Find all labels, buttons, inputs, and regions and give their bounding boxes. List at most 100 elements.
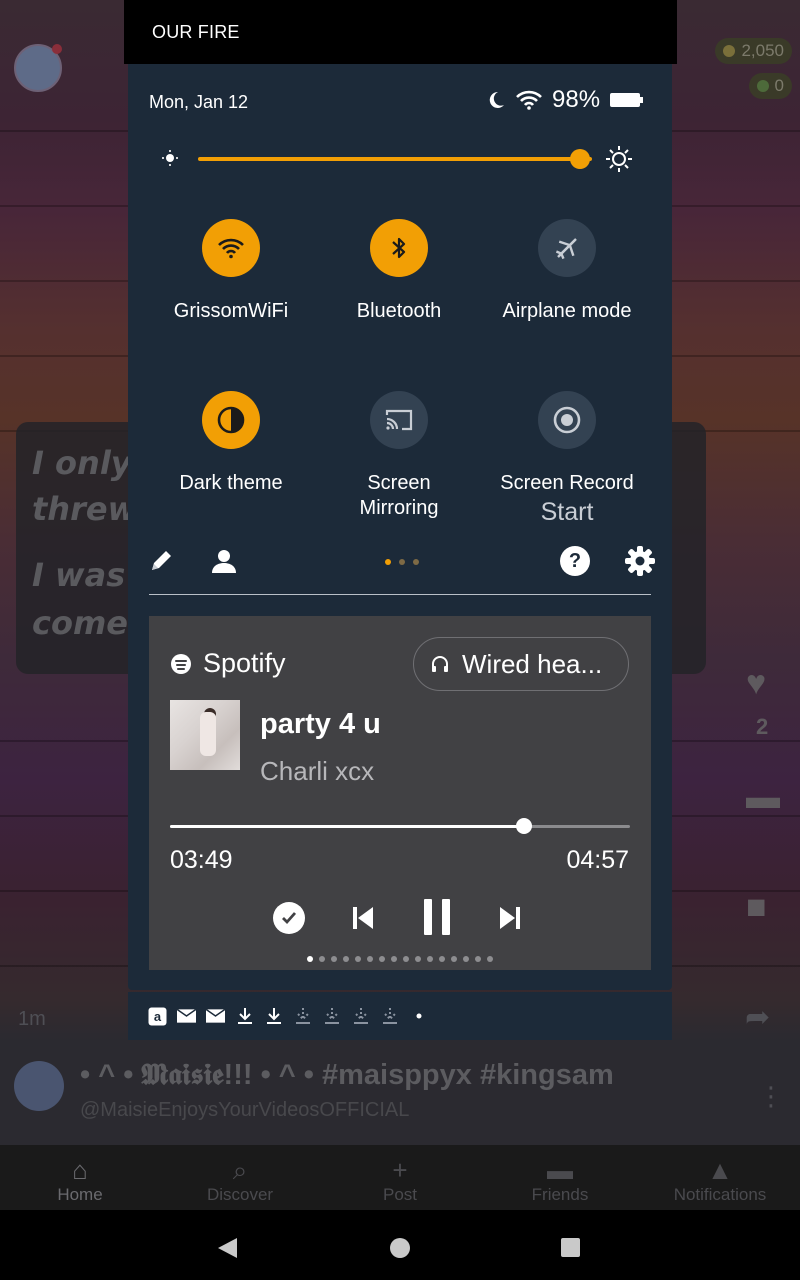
media-page-dot (307, 956, 313, 962)
bluetooth-icon (392, 237, 406, 259)
tile-label: Airplane mode (502, 300, 632, 322)
mail-icon (177, 1007, 196, 1026)
brightness-thumb[interactable] (570, 149, 591, 169)
media-page-dot (463, 956, 469, 962)
edit-icon[interactable] (148, 548, 174, 574)
tile-screen-mirroring[interactable]: Screen Mirroring (309, 391, 489, 521)
seek-bar[interactable] (170, 818, 630, 834)
author-avatar[interactable] (14, 1061, 64, 1111)
quick-settings-footer: ? (128, 542, 672, 582)
download-icon (264, 1007, 283, 1026)
previous-track-button[interactable] (352, 906, 374, 930)
tile-bluetooth[interactable]: Bluetooth (309, 219, 489, 324)
download-icon (380, 1007, 399, 1026)
comment-icon[interactable]: ▬ (746, 778, 780, 817)
tile-airplane-toggle[interactable] (538, 219, 596, 277)
bell-icon: ▲ (707, 1155, 733, 1185)
help-icon[interactable]: ? (560, 546, 590, 576)
page-indicator (385, 559, 419, 565)
nav-notifications[interactable]: ▲ Notifications (640, 1148, 800, 1212)
media-page-indicator (149, 956, 651, 962)
recents-button[interactable] (561, 1238, 580, 1257)
top-bar-title: OUR FIRE (152, 22, 240, 42)
output-device-chip[interactable]: Wired hea... (413, 637, 629, 691)
media-page-dot (343, 956, 349, 962)
gems-count: 0 (774, 76, 784, 95)
sticker-icon[interactable]: ■ (746, 888, 767, 927)
download-icon (235, 1007, 254, 1026)
media-page-dot (475, 956, 481, 962)
brightness-high-icon (606, 146, 632, 172)
save-track-button[interactable] (273, 902, 305, 934)
page-dot (399, 559, 405, 565)
elapsed-time: 03:49 (170, 846, 233, 874)
pause-button[interactable] (422, 898, 452, 936)
post-time: 1m (18, 1008, 46, 1030)
media-page-dot (319, 956, 325, 962)
media-page-dot (427, 956, 433, 962)
nav-label: Post (382, 1185, 418, 1204)
headphones-icon (432, 656, 448, 672)
user-icon[interactable] (211, 548, 237, 574)
coins-badge[interactable]: 2,050 (715, 38, 792, 64)
caption-line: threw (32, 490, 138, 528)
more-options-icon[interactable]: ⋮ (758, 1081, 784, 1112)
brightness-low-icon (162, 150, 178, 166)
nav-label: Discover (206, 1185, 274, 1204)
track-artist: Charli xcx (260, 756, 375, 786)
gems-badge[interactable]: 0 (748, 73, 792, 99)
plus-icon: + (392, 1155, 408, 1185)
playback-controls (149, 898, 651, 938)
coin-icon (723, 45, 736, 57)
gear-icon[interactable] (624, 545, 656, 577)
tile-wifi-toggle[interactable] (202, 219, 260, 277)
tile-dark-theme[interactable]: Dark theme (141, 391, 321, 496)
gem-icon (756, 80, 769, 92)
home-button[interactable] (390, 1238, 410, 1258)
tile-bluetooth-toggle[interactable] (370, 219, 428, 277)
share-icon[interactable]: ➦ (745, 1000, 770, 1035)
back-button[interactable] (218, 1238, 237, 1258)
date-label[interactable]: Mon, Jan 12 (149, 92, 248, 113)
home-icon: ⌂ (72, 1155, 88, 1185)
media-page-dot (331, 956, 337, 962)
media-page-dot (355, 956, 361, 962)
media-page-dot (439, 956, 445, 962)
media-page-dot (391, 956, 397, 962)
tile-label: Screen Record (500, 472, 634, 494)
wifi-signal-icon (516, 90, 542, 110)
media-app-header: Spotify (171, 648, 286, 679)
post-author-row[interactable]: • ^ • 𝕸𝖆𝖎𝖘𝖎𝖊!!! • ^ • #maisppyx #kingsam… (0, 1047, 800, 1121)
tile-mirroring-toggle[interactable] (370, 391, 428, 449)
nav-friends[interactable]: ▬ Friends (480, 1148, 640, 1212)
notification-icons-strip[interactable]: a (128, 992, 672, 1040)
brightness-slider[interactable] (198, 157, 592, 161)
dark-theme-icon (217, 406, 245, 434)
download-icon (351, 1007, 370, 1026)
caption-line: come (32, 604, 128, 642)
amazon-icon: a (148, 1007, 167, 1026)
media-player-card[interactable]: Spotify Wired hea... party 4 u Charli xc… (149, 616, 651, 970)
tile-screen-record[interactable]: Screen Record Start (477, 391, 657, 527)
tile-dark-theme-toggle[interactable] (202, 391, 260, 449)
nav-discover[interactable]: ⌕ Discover (160, 1148, 320, 1212)
status-icons: 98% (486, 86, 644, 114)
nav-label: Notifications (673, 1185, 767, 1204)
next-track-button[interactable] (499, 906, 521, 930)
heart-icon[interactable]: ♥ (746, 664, 766, 703)
divider (149, 594, 651, 595)
bottom-navigation: ⌂ Home ⌕ Discover + Post ▬ Friends ▲ Not… (0, 1148, 800, 1212)
tile-wifi[interactable]: GrissomWiFi (141, 219, 321, 324)
seek-thumb[interactable] (516, 818, 533, 834)
media-page-dot (487, 956, 493, 962)
tile-record-toggle[interactable] (538, 391, 596, 449)
media-page-dot (403, 956, 409, 962)
media-page-dot (451, 956, 457, 962)
media-page-dot (379, 956, 385, 962)
nav-home[interactable]: ⌂ Home (0, 1148, 160, 1212)
tile-label: Bluetooth (356, 300, 442, 322)
tile-airplane-mode[interactable]: Airplane mode (477, 219, 657, 324)
track-title: party 4 u (260, 708, 381, 740)
do-not-disturb-icon (489, 91, 504, 108)
nav-post[interactable]: + Post (320, 1148, 480, 1212)
